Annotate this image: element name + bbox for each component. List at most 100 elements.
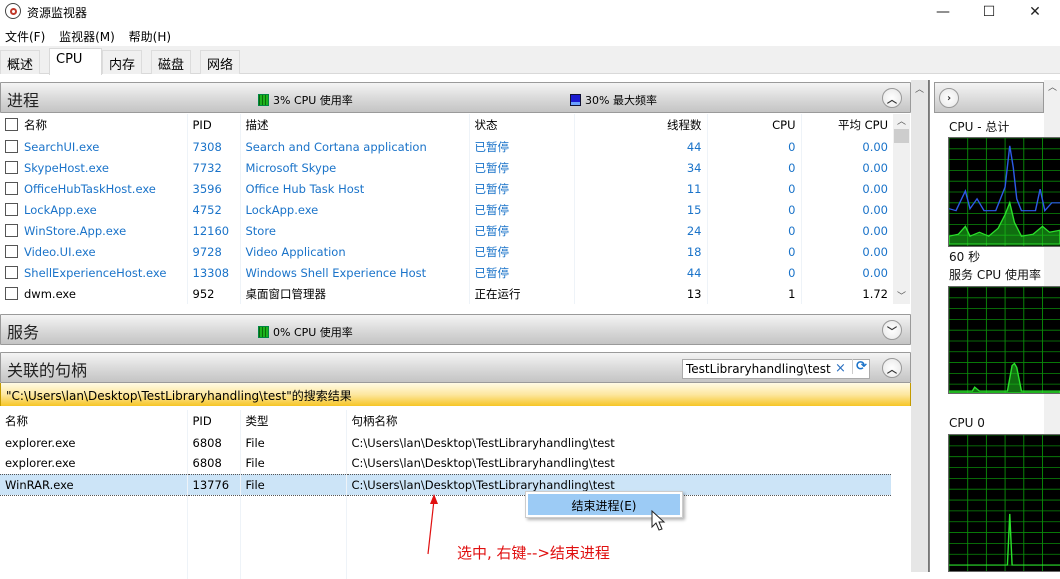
process-checkbox[interactable] [5,265,18,279]
seconds-label: 60 秒 [949,250,981,264]
process-checkbox[interactable] [5,139,18,153]
column-cpu[interactable]: CPU [706,114,801,136]
handle-type: File [239,473,346,496]
process-avg: 0.00 [800,157,893,178]
process-avg: 0.00 [800,199,893,220]
pane-splitter[interactable]: ︿ [911,80,929,572]
clear-search-icon[interactable]: × [835,361,846,376]
menu-help[interactable]: 帮助(H) [124,26,176,45]
services-cpu-text: 0% CPU 使用率 [273,326,353,339]
toggle-graph-panel-icon[interactable]: › [939,88,959,108]
process-row[interactable]: LockApp.exe 4752 LockApp.exe 已暂停 15 0 0.00 [0,199,893,220]
collapse-handles-icon[interactable]: ︿ [882,358,902,378]
processes-scrollbar[interactable]: ︿ ﹀ [893,114,910,304]
refresh-search-icon[interactable]: ⟳ [852,359,867,374]
process-checkbox[interactable] [5,244,18,258]
minimize-button[interactable]: — [920,0,966,24]
process-checkbox[interactable] [5,286,18,300]
process-name: SearchUI.exe [0,136,187,157]
search-results-label: "C:\Users\lan\Desktop\TestLibraryhandlin… [0,383,911,406]
cpu-total-label: CPU - 总计 [949,120,1010,134]
empty-cell [0,495,187,516]
column-status[interactable]: 状态 [468,114,574,136]
process-checkbox[interactable] [5,202,18,216]
handle-pid: 13776 [186,473,240,496]
process-checkbox[interactable] [5,223,18,237]
column-handle-name[interactable]: 句柄名称 [345,410,891,432]
process-threads: 15 [573,199,707,220]
column-handle-type[interactable]: 类型 [239,410,346,432]
resource-monitor-icon [5,3,21,19]
process-status: 已暂停 [468,220,574,241]
empty-cell [239,495,346,516]
handle-pid: 6808 [186,432,240,453]
scroll-up-icon[interactable]: ︿ [893,114,910,127]
process-avg: 1.72 [800,283,893,304]
process-row[interactable]: Video.UI.exe 9728 Video Application 已暂停 18 0 0… [0,241,893,262]
process-checkbox[interactable] [5,160,18,174]
handles-header[interactable]: 关联的句柄 TestLibraryhandling\test × ⟳ ︿ [0,352,911,383]
process-row[interactable]: SearchUI.exe 7308 Search and Cortana appli… [0,136,893,157]
expand-services-icon[interactable]: ﹀ [882,320,902,340]
handle-row[interactable]: explorer.exe 6808 File C:\Users\lan\Desktop… [0,453,891,474]
process-row[interactable]: ShellExperienceHost.exe 13308 Windows Shel… [0,262,893,283]
handle-name: explorer.exe [5,456,76,471]
process-avg: 0.00 [800,178,893,199]
process-row[interactable]: WinStore.App.exe 12160 Store 已暂停 24 0 0.00 [0,220,893,241]
process-name: LockApp.exe [0,199,187,220]
graph-scroll-up-icon[interactable]: ︿ [1044,80,1060,93]
menu-monitor[interactable]: 监视器(M) [54,26,120,45]
column-handle-pid[interactable]: PID [186,410,240,432]
process-desc: 桌面窗口管理器 [239,283,469,304]
process-row[interactable]: SkypeHost.exe 7732 Microsoft Skype 已暂停 34 0 0.… [0,157,893,178]
tab-overview[interactable]: 概述 [0,50,41,74]
collapse-processes-icon[interactable]: ︿ [882,88,902,108]
process-name: SkypeHost.exe [0,157,187,178]
handles-header-row: 名称 PID 类型 句柄名称 [0,410,891,432]
close-button[interactable]: ✕ [1012,0,1058,24]
process-pid: 7732 [186,157,240,178]
empty-row [0,558,891,579]
graph-panel-header: › [934,82,1044,113]
process-row[interactable]: dwm.exe 952 桌面窗口管理器 正在运行 13 1 1.72 [0,283,893,304]
handle-row[interactable]: explorer.exe 6808 File C:\Users\lan\Desktop… [0,432,891,453]
empty-cell [345,558,891,579]
cpu-usage-swatch-icon [258,94,269,106]
process-threads: 24 [573,220,707,241]
process-checkbox[interactable] [5,181,18,195]
empty-cell [0,516,187,537]
tab-network[interactable]: 网络 [200,50,241,74]
process-name: Video.UI.exe [0,241,187,262]
process-status: 已暂停 [468,199,574,220]
column-description[interactable]: 描述 [239,114,469,136]
scroll-down-icon[interactable]: ﹀ [893,289,910,302]
process-cpu: 0 [706,157,801,178]
processes-header[interactable]: 进程 3% CPU 使用率 30% 最大频率 ︿ [0,82,911,113]
cpu-usage-meter: 3% CPU 使用率 [258,92,353,108]
cpu0-graph [948,434,1060,572]
services-cpu-swatch-icon [258,326,269,338]
column-name[interactable]: 名称 [0,114,187,136]
column-pid[interactable]: PID [186,114,240,136]
tab-memory[interactable]: 内存 [102,50,143,74]
column-handle-process[interactable]: 名称 [0,410,187,432]
process-avg: 0.00 [800,241,893,262]
graph-panel: › ︿ CPU - 总计 60 秒 服务 CPU 使用率 CPU 0 [929,80,1060,572]
process-row[interactable]: OfficeHubTaskHost.exe 3596 Office Hub Task… [0,178,893,199]
maximize-button[interactable]: ☐ [966,0,1012,24]
column-threads[interactable]: 线程数 [573,114,707,136]
scroll-thumb[interactable] [894,129,909,143]
splitter-scroll-up-icon[interactable]: ︿ [911,82,928,95]
services-header[interactable]: 服务 0% CPU 使用率 ﹀ [0,314,911,345]
window-title: 资源监视器 [27,6,88,20]
select-all-checkbox[interactable] [5,118,18,131]
process-pid: 7308 [186,136,240,157]
tab-cpu[interactable]: CPU [49,48,102,75]
left-pane: 进程 3% CPU 使用率 30% 最大频率 ︿ 名称 PID 描述 状态 线程… [0,80,911,579]
column-avg-cpu[interactable]: 平均 CPU [800,114,893,136]
cpu-total-graph [948,137,1060,247]
tab-disk[interactable]: 磁盘 [151,50,192,74]
process-cpu: 0 [706,136,801,157]
menu-file[interactable]: 文件(F) [0,26,50,45]
process-desc: Microsoft Skype [239,157,469,178]
